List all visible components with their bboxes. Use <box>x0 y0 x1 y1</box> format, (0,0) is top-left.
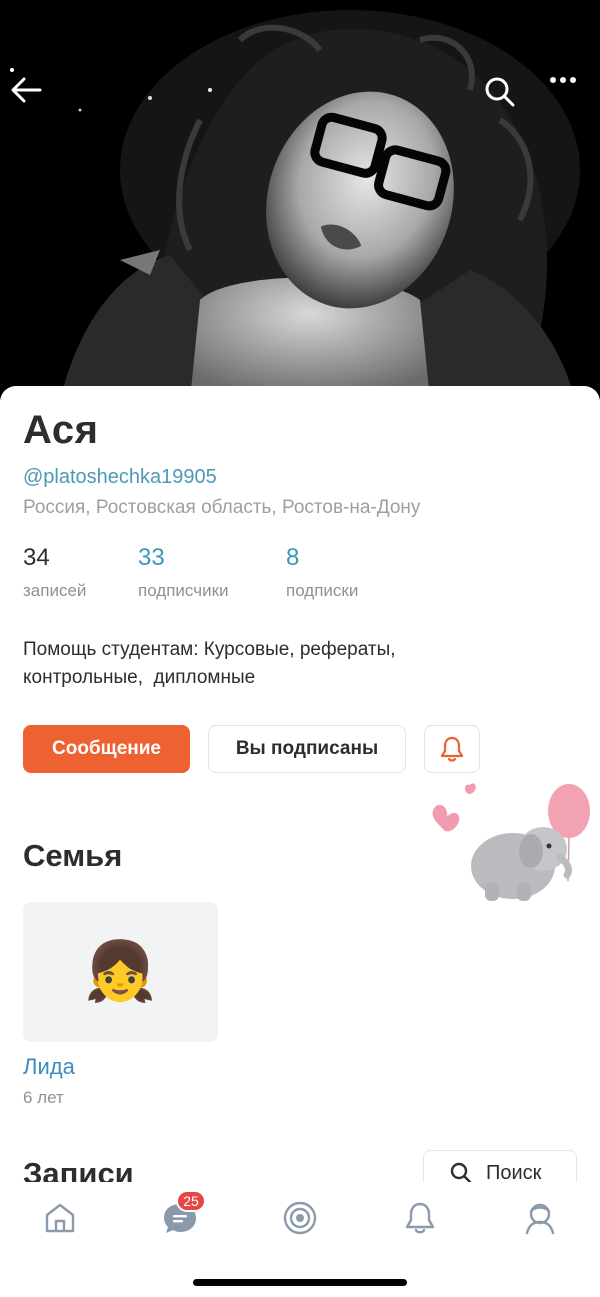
stat-posts[interactable]: 34 записей <box>23 544 86 601</box>
more-button[interactable] <box>549 76 589 116</box>
stat-posts-value: 34 <box>23 544 50 571</box>
tab-discover[interactable] <box>275 1196 325 1240</box>
stat-following-label: подписки <box>286 581 359 600</box>
family-member-card[interactable]: 👧 <box>23 902 218 1042</box>
profile-bio: Помощь студентам: Курсовые, рефераты, ко… <box>23 636 543 692</box>
more-dots-icon <box>550 77 576 83</box>
bottom-tab-bar: 25 <box>0 1182 600 1297</box>
girl-emoji-icon: 👧 <box>84 939 157 1004</box>
notifications-icon <box>405 1202 435 1234</box>
notify-button[interactable] <box>424 725 480 773</box>
stat-following-value: 8 <box>286 544 300 571</box>
cover-image <box>0 0 600 400</box>
elephant-sticker-icon <box>432 783 590 901</box>
bell-icon <box>440 736 464 762</box>
profile-icon <box>525 1203 555 1235</box>
messages-badge: 25 <box>176 1190 206 1212</box>
profile-handle[interactable]: @platoshechka19905 <box>23 466 217 489</box>
arrow-left-icon <box>11 77 42 103</box>
home-icon <box>45 1203 75 1233</box>
bio-line: контрольные, дипломные <box>23 667 256 688</box>
search-icon <box>450 1162 472 1184</box>
search-button[interactable] <box>484 76 524 116</box>
tab-home[interactable] <box>35 1196 85 1240</box>
family-section-title: Семья <box>23 838 123 873</box>
subscribed-button[interactable]: Вы подписаны <box>208 725 406 773</box>
message-button[interactable]: Сообщение <box>23 725 190 773</box>
discover-icon <box>283 1201 317 1235</box>
back-button[interactable] <box>10 76 50 116</box>
tab-notifications[interactable] <box>395 1196 445 1240</box>
stat-following[interactable]: 8 подписки <box>286 544 358 601</box>
profile-card: Ася @platoshechka19905 Россия, Ростовска… <box>0 386 600 1196</box>
stat-followers-label: подписчики <box>138 581 229 600</box>
search-icon <box>485 77 515 107</box>
bio-line: Помощь студентам: Курсовые, рефераты, <box>23 639 396 660</box>
family-member-name[interactable]: Лида <box>23 1054 75 1080</box>
cover-photo <box>0 0 600 400</box>
tab-profile[interactable] <box>515 1196 565 1240</box>
family-member-age: 6 лет <box>23 1088 64 1107</box>
stat-posts-label: записей <box>23 581 87 600</box>
stat-followers-value: 33 <box>138 544 165 571</box>
stat-followers[interactable]: 33 подписчики <box>138 544 229 601</box>
home-indicator <box>193 1279 407 1286</box>
profile-name: Ася <box>23 408 99 452</box>
profile-location: Россия, Ростовская область, Ростов-на-До… <box>23 497 421 518</box>
